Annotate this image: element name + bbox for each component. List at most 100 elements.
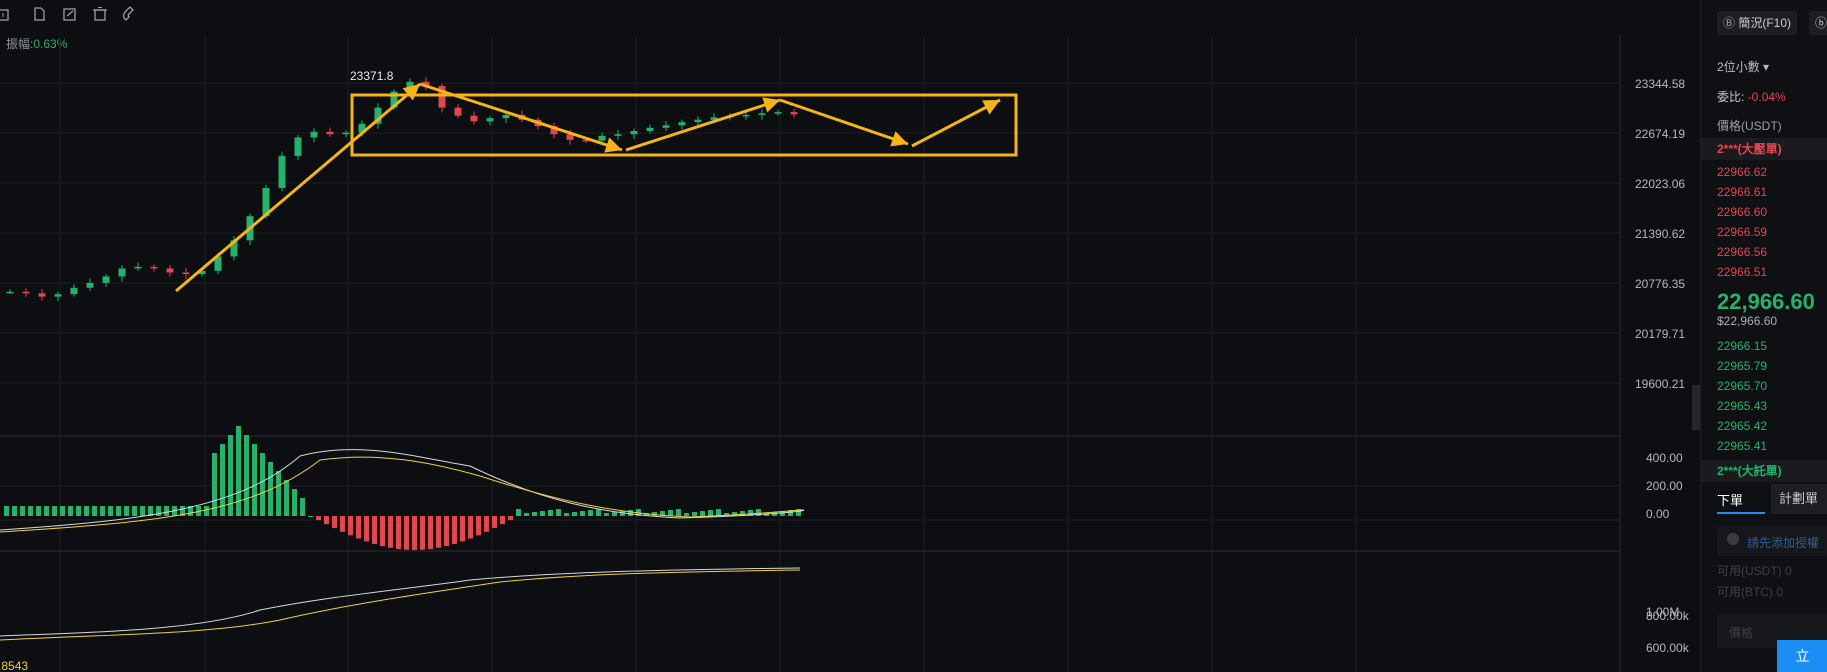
candle-body: [486, 118, 494, 122]
last-price: 22,966.60: [1717, 289, 1815, 314]
overview-button[interactable]: Ⓑ 簡況(F10): [1717, 11, 1798, 35]
candle-body: [646, 127, 654, 131]
bid-price-row[interactable]: 22965.42: [1717, 419, 1767, 433]
overview-label: 簡況(F10): [1738, 16, 1792, 30]
price-column-header: 價格(USDT): [1717, 119, 1782, 133]
macd-histogram-bar: [260, 453, 265, 516]
candle-body: [694, 119, 702, 123]
price-input-label: 價格: [1729, 626, 1754, 640]
ask-header: 2***(大壓單): [1701, 138, 1827, 160]
macd-histogram-bar: [556, 509, 561, 516]
ask-price-row[interactable]: 22966.51: [1717, 265, 1767, 279]
candle-body: [630, 130, 638, 135]
trend-arrow-line: [625, 98, 781, 152]
macd-histogram-bar: [564, 513, 569, 516]
macd-histogram-bar: [460, 516, 465, 542]
macd-histogram-bar: [668, 510, 673, 516]
panel-collapse-handle[interactable]: [1692, 385, 1700, 430]
macd-histogram-bar: [92, 506, 97, 516]
macd-histogram-bar: [684, 513, 689, 516]
macd-histogram-bar: [12, 506, 17, 516]
candle-body: [758, 113, 766, 115]
add-auth-hint[interactable]: 請先添加授權: [1747, 534, 1819, 551]
candle-body: [102, 276, 110, 283]
macd-histogram-bar: [516, 509, 521, 516]
avail-usdt-label: 可用(USDT): [1717, 564, 1782, 578]
bid-price-row[interactable]: 22965.43: [1717, 399, 1767, 413]
macd-histogram-bar: [628, 510, 633, 516]
ask-price-row[interactable]: 22966.56: [1717, 245, 1767, 259]
macd-histogram-bar: [236, 426, 241, 516]
tab-plan[interactable]: 計劃單: [1771, 484, 1827, 514]
candle-body: [182, 272, 190, 275]
ask-price-row[interactable]: 22966.60: [1717, 205, 1767, 219]
macd-histogram-bar: [532, 512, 537, 516]
macd-histogram-bar: [332, 516, 337, 529]
macd-histogram-bar: [484, 516, 489, 532]
macd-histogram-bar: [164, 506, 169, 516]
candle-body: [598, 135, 606, 141]
macd-histogram-bar: [308, 516, 313, 517]
candle-body: [742, 114, 750, 117]
circle-b-icon: ⓑ: [1815, 16, 1827, 30]
macd-histogram-bar: [340, 516, 345, 532]
ask-price-row[interactable]: 22966.62: [1717, 165, 1767, 179]
macd-histogram-bar: [596, 509, 601, 516]
macd-histogram-bar: [420, 516, 425, 550]
macd-histogram-bar: [60, 506, 65, 516]
tab-order[interactable]: 下單: [1717, 490, 1743, 509]
bid-price-row[interactable]: 22965.41: [1717, 439, 1767, 453]
candle-body: [310, 131, 318, 138]
bid-price-row[interactable]: 22965.70: [1717, 379, 1767, 393]
avail-usdt-value: 0: [1785, 564, 1792, 578]
candle-body: [342, 132, 350, 135]
price-axis-label: 22023.06: [1635, 177, 1685, 191]
macd-histogram-bar: [492, 516, 497, 529]
macd-histogram-bar: [364, 516, 369, 542]
order-tabs: 下單 計劃單: [1701, 484, 1827, 514]
ask-price-row[interactable]: 22966.59: [1717, 225, 1767, 239]
macd-histogram-bar: [588, 510, 593, 516]
macd-histogram-bar: [284, 480, 289, 516]
macd-histogram-bar: [276, 471, 281, 516]
candle-body: [790, 112, 798, 115]
macd-histogram-bar: [468, 516, 473, 539]
active-tab-indicator: [1717, 512, 1765, 514]
ask-price-row[interactable]: 22966.61: [1717, 185, 1767, 199]
volume-bottom-value: 600.8543: [0, 659, 28, 672]
submit-button[interactable]: 立: [1777, 640, 1827, 672]
macd-histogram-bar: [540, 511, 545, 516]
price-axis-label: 19600.21: [1635, 377, 1685, 391]
avail-usdt: 可用(USDT) 0: [1717, 562, 1792, 579]
avail-btc-value: 0: [1776, 585, 1784, 599]
macd-histogram-bar: [36, 506, 41, 516]
info-button[interactable]: ⓑ: [1809, 11, 1827, 35]
info-circle-icon: [1727, 533, 1739, 545]
volume-axis-label: 800.00k: [1646, 609, 1690, 623]
candle-body: [678, 122, 686, 126]
bid-price-row[interactable]: 22965.79: [1717, 359, 1767, 373]
price-axis-label: 21390.62: [1635, 227, 1685, 241]
macd-histogram-bar: [436, 516, 441, 548]
macd-histogram-bar: [76, 506, 81, 516]
macd-histogram-bar: [68, 506, 73, 516]
candle-body: [118, 268, 126, 277]
order-book-panel: Ⓑ 簡況(F10) ⓑ 2位小數 ▾ 委比: -0.04% 價格(USDT) 2…: [1700, 0, 1827, 672]
bid-price-row[interactable]: 22966.15: [1717, 339, 1767, 353]
macd-histogram-bar: [604, 513, 609, 516]
volume-ma-line-1: [0, 567, 801, 637]
macd-histogram-bar: [572, 512, 577, 516]
macd-histogram-bar: [396, 516, 401, 550]
trend-arrow-line: [779, 98, 909, 146]
macd-histogram-bar: [380, 516, 385, 547]
macd-histogram-bar: [372, 516, 377, 544]
macd-histogram-bar: [508, 516, 513, 521]
macd-histogram-bar: [44, 506, 49, 516]
decimal-select[interactable]: 2位小數 ▾: [1717, 58, 1769, 75]
macd-histogram-bar: [100, 506, 105, 516]
trend-arrow-head: [604, 137, 622, 153]
macd-histogram-bar: [108, 506, 113, 516]
trend-arrow-head: [890, 131, 908, 147]
caret-down-icon: ▾: [1763, 60, 1770, 74]
chart-area[interactable]: 振幅:0.63% 23344.58 22674.19 22023.06 21390.6…: [0, 0, 1700, 672]
